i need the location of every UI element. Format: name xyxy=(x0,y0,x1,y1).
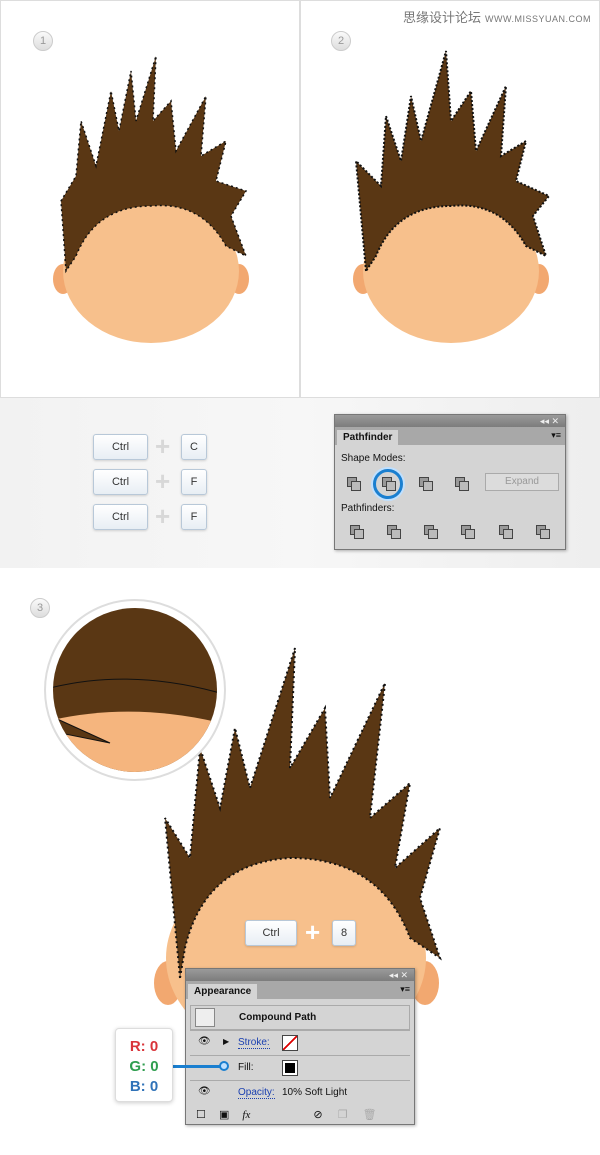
red-value: R: 0 xyxy=(129,1038,159,1055)
opacity-label[interactable]: Opacity: xyxy=(238,1087,275,1099)
8-key: 8 xyxy=(332,920,356,946)
panel-controls[interactable]: ◂◂ ✕ xyxy=(335,415,565,427)
delete-item-icon[interactable]: 🗑 xyxy=(363,1109,377,1121)
stroke-none-swatch[interactable] xyxy=(282,1035,298,1051)
connector-line xyxy=(173,1065,223,1068)
trim-button[interactable] xyxy=(387,525,401,539)
appearance-title-row: Compound Path xyxy=(190,1005,410,1030)
character-head-illustration xyxy=(353,50,551,343)
divide-button[interactable] xyxy=(350,525,364,539)
fill-black-swatch[interactable] xyxy=(282,1060,298,1076)
plus-icon: + xyxy=(305,917,321,947)
c-key: C xyxy=(181,434,207,460)
step-2-panel: 2 思缘设计论坛 WWW.MISSYUAN.COM xyxy=(300,0,600,398)
rgb-callout: R: 0 G: 0 B: 0 xyxy=(115,1028,173,1102)
exclude-button[interactable] xyxy=(455,477,469,491)
step-1-panel: 1 xyxy=(0,0,300,398)
character-head-illustration xyxy=(53,55,249,343)
appearance-panel: ◂◂ ✕ Appearance ▾≡ Compound Path 👁 ▶ Stro… xyxy=(185,968,415,1125)
connector-dot xyxy=(219,1061,229,1071)
minus-back-button[interactable] xyxy=(536,525,550,539)
duplicate-item-icon[interactable]: ❐ xyxy=(338,1109,348,1121)
thumbnail xyxy=(195,1008,215,1027)
expand-triangle-icon[interactable]: ▶ xyxy=(223,1037,229,1046)
ctrl-key: Ctrl xyxy=(93,469,148,495)
pathfinders-label: Pathfinders: xyxy=(341,503,395,514)
merge-button[interactable] xyxy=(424,525,438,539)
magnifier-zoom xyxy=(44,599,226,781)
panel-controls[interactable]: ◂◂ ✕ xyxy=(186,969,414,981)
stroke-row[interactable]: 👁 ▶ Stroke: xyxy=(190,1030,410,1055)
panel-menu-icon[interactable]: ▾≡ xyxy=(551,430,561,441)
tab-appearance[interactable]: Appearance xyxy=(188,984,258,1000)
unite-button[interactable] xyxy=(347,477,361,491)
stroke-label[interactable]: Stroke: xyxy=(238,1037,270,1049)
appearance-footer: ☐ ▣ fx ⊘ ❐ 🗑 xyxy=(196,1108,406,1121)
f-key: F xyxy=(181,504,207,530)
fx-button[interactable]: fx xyxy=(242,1109,250,1121)
intersect-button[interactable] xyxy=(419,477,433,491)
object-type: Compound Path xyxy=(239,1012,317,1023)
pathfinder-panel: ◂◂ ✕ Pathfinder ▾≡ Shape Modes: Expand Pa… xyxy=(334,414,566,550)
visibility-eye-icon[interactable]: 👁 xyxy=(198,1086,211,1097)
minus-front-button[interactable] xyxy=(382,477,396,491)
plus-icon: + xyxy=(155,466,171,496)
outline-button[interactable] xyxy=(499,525,513,539)
shape-modes-label: Shape Modes: xyxy=(341,453,406,464)
f-key: F xyxy=(181,469,207,495)
ctrl-key: Ctrl xyxy=(93,434,148,460)
panel-menu-icon[interactable]: ▾≡ xyxy=(400,984,410,995)
fill-label[interactable]: Fill: xyxy=(238,1062,254,1073)
ctrl-key: Ctrl xyxy=(245,920,297,946)
plus-icon: + xyxy=(155,431,171,461)
crop-button[interactable] xyxy=(461,525,475,539)
expand-button[interactable]: Expand xyxy=(485,473,559,491)
green-value: G: 0 xyxy=(129,1058,159,1075)
opacity-row[interactable]: 👁 Opacity: 10% Soft Light xyxy=(190,1080,410,1105)
opacity-value: 10% Soft Light xyxy=(282,1087,348,1098)
shortcut-strip: Ctrl + C Ctrl + F Ctrl + F ◂◂ ✕ Pathfind… xyxy=(0,398,600,568)
plus-icon: + xyxy=(155,501,171,531)
add-stroke-icon[interactable]: ☐ xyxy=(196,1109,206,1121)
blue-value: B: 0 xyxy=(129,1078,159,1095)
add-fill-icon[interactable]: ▣ xyxy=(219,1109,229,1121)
clear-appearance-icon[interactable]: ⊘ xyxy=(313,1109,322,1121)
visibility-eye-icon[interactable]: 👁 xyxy=(198,1036,211,1047)
ctrl-key: Ctrl xyxy=(93,504,148,530)
tab-pathfinder[interactable]: Pathfinder xyxy=(337,430,399,446)
